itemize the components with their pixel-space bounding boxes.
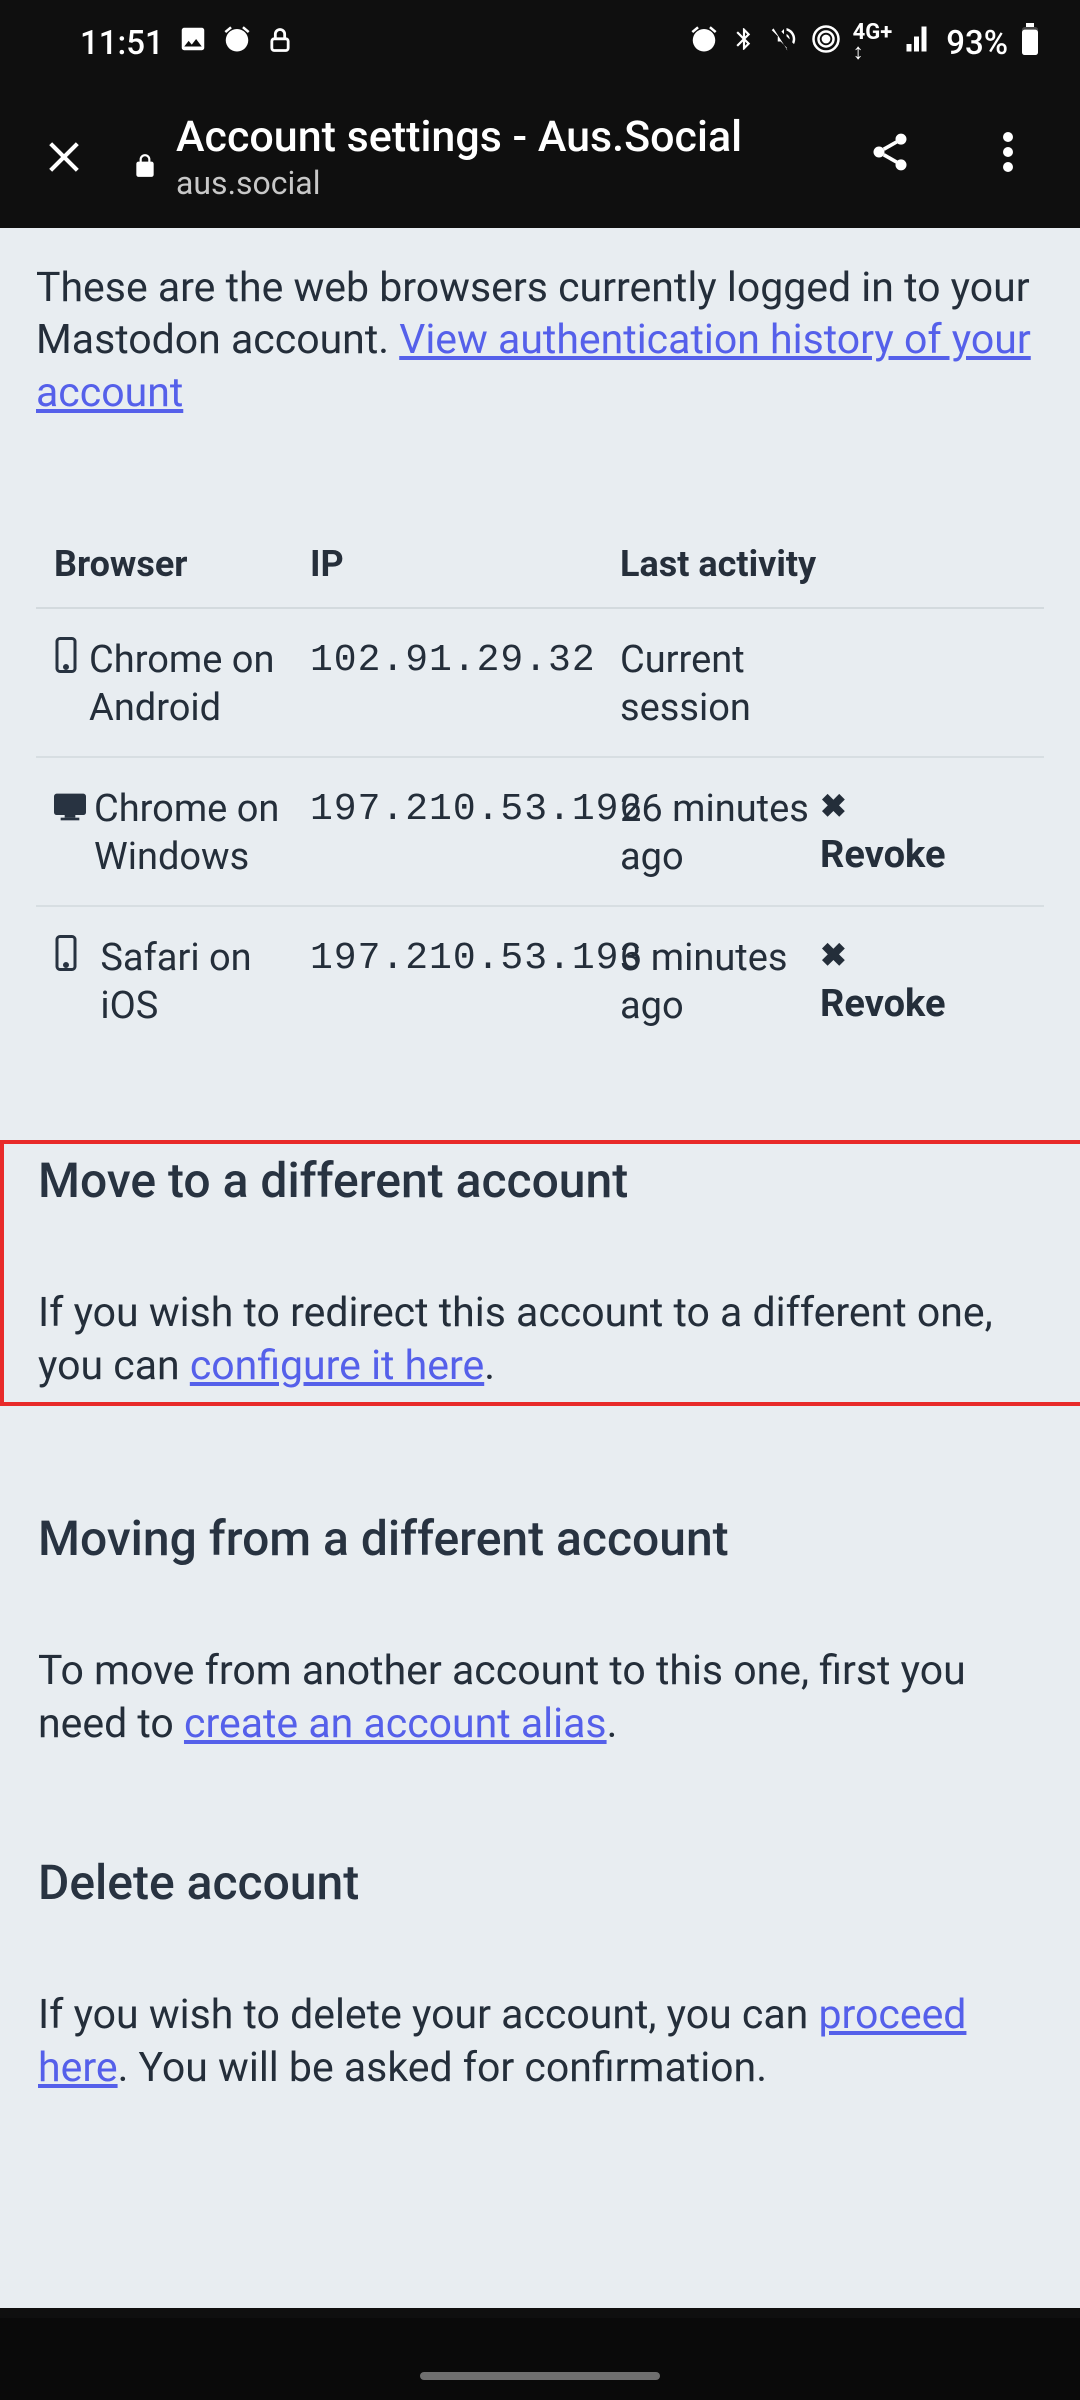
section-title: Move to a different account bbox=[38, 1152, 1044, 1209]
alarm-icon bbox=[222, 24, 252, 63]
revoke-button[interactable]: Revoke bbox=[820, 981, 1032, 1029]
th-activity: Last activity bbox=[620, 543, 820, 585]
section-title: Delete account bbox=[38, 1854, 1042, 1911]
close-icon[interactable] bbox=[40, 133, 88, 181]
hotspot-icon bbox=[811, 24, 841, 63]
status-time: 11:51 bbox=[80, 24, 164, 63]
create-alias-link[interactable]: create an account alias bbox=[184, 1700, 607, 1748]
alarm-icon-2 bbox=[689, 24, 719, 63]
page-domain: aus.social bbox=[176, 164, 742, 202]
home-indicator[interactable] bbox=[420, 2372, 660, 2380]
th-browser: Browser bbox=[54, 543, 310, 585]
sessions-intro: These are the web browsers currently log… bbox=[36, 262, 1044, 419]
revoke-x-icon[interactable]: ✖ bbox=[820, 786, 1032, 826]
browser-custom-tab-bar: Account settings - Aus.Social aus.social bbox=[0, 86, 1080, 228]
menu-dots-icon[interactable] bbox=[978, 131, 1038, 183]
cell-activity: 3 minutes ago bbox=[620, 935, 820, 1030]
status-bar: 11:51 4G+↕ 93% bbox=[0, 0, 1080, 86]
cell-ip: 197.210.53.196 bbox=[310, 786, 620, 834]
th-ip: IP bbox=[310, 543, 620, 585]
cell-activity: Current session bbox=[620, 637, 820, 732]
section-title: Moving from a different account bbox=[38, 1510, 1042, 1567]
table-row: Safari on iOS 197.210.53.196 3 minutes a… bbox=[36, 907, 1044, 1054]
sessions-table: Browser IP Last activity Chrome on Andro… bbox=[36, 543, 1044, 1054]
network-type: 4G+↕ bbox=[853, 23, 893, 63]
lock-icon bbox=[132, 151, 158, 189]
signal-icon bbox=[904, 24, 934, 63]
phone-icon bbox=[54, 637, 81, 732]
configure-here-link[interactable]: configure it here bbox=[190, 1342, 484, 1390]
vibrate-icon bbox=[769, 24, 799, 63]
table-row: Chrome on Windows 197.210.53.196 26 minu… bbox=[36, 758, 1044, 907]
picture-icon bbox=[178, 24, 208, 63]
section-move-from: Moving from a different account To move … bbox=[36, 1510, 1044, 1750]
nav-bar-bg bbox=[0, 2318, 1080, 2400]
battery-icon bbox=[1020, 23, 1040, 64]
page-content: These are the web browsers currently log… bbox=[0, 228, 1080, 2308]
revoke-button[interactable]: Revoke bbox=[820, 832, 1032, 880]
table-header-row: Browser IP Last activity bbox=[36, 543, 1044, 609]
bluetooth-icon bbox=[731, 24, 757, 63]
phone-icon bbox=[54, 935, 92, 1030]
cell-ip: 102.91.29.32 bbox=[310, 637, 620, 685]
table-row: Chrome on Android 102.91.29.32 Current s… bbox=[36, 609, 1044, 758]
share-icon[interactable] bbox=[860, 130, 920, 185]
section-delete: Delete account If you wish to delete you… bbox=[36, 1854, 1044, 2094]
section-move-to: Move to a different account If you wish … bbox=[0, 1140, 1080, 1406]
page-title: Account settings - Aus.Social bbox=[176, 112, 742, 162]
lock-small-icon bbox=[266, 24, 294, 63]
battery-percent: 93% bbox=[946, 24, 1008, 63]
cell-ip: 197.210.53.196 bbox=[310, 935, 620, 983]
cell-activity: 26 minutes ago bbox=[620, 786, 820, 881]
desktop-icon bbox=[54, 786, 86, 881]
revoke-x-icon[interactable]: ✖ bbox=[820, 935, 1032, 975]
